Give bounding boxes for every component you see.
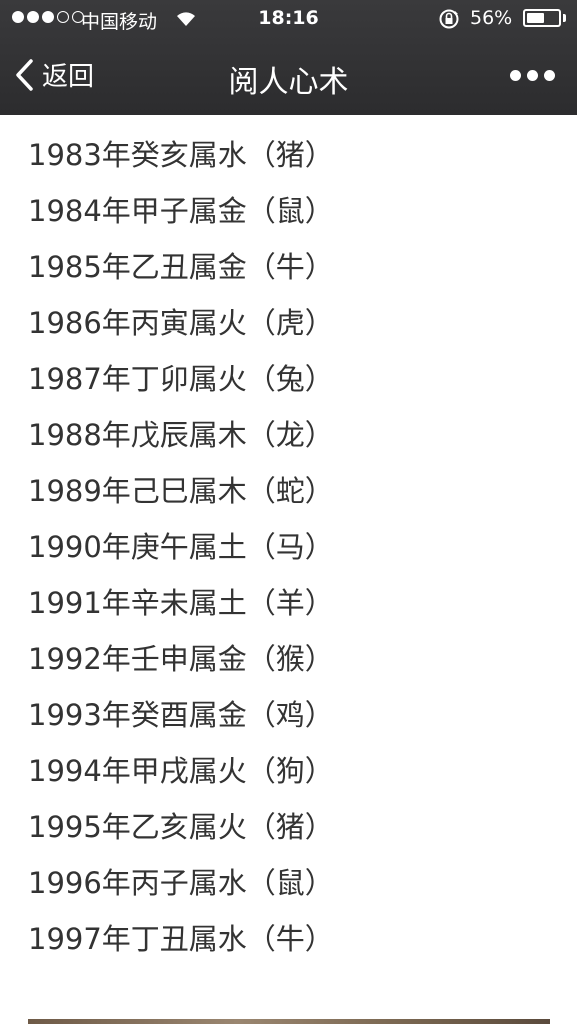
rotation-lock-icon	[439, 9, 459, 29]
zodiac-year-line: 1992年壬申属金（猴）	[28, 642, 334, 676]
more-dot-icon	[544, 69, 555, 81]
more-dot-icon	[527, 69, 538, 81]
zodiac-year-line: 1986年丙寅属火（虎）	[28, 306, 334, 340]
zodiac-year-line: 1985年乙丑属金（牛）	[28, 250, 334, 284]
zodiac-year-line: 1995年乙亥属火（猪）	[28, 810, 334, 844]
article-content: 1983年癸亥属水（猪） 1984年甲子属金（鼠） 1985年乙丑属金（牛） 1…	[28, 127, 558, 967]
zodiac-year-line: 1984年甲子属金（鼠）	[28, 194, 334, 228]
navigation-bar: 返回 阅人心术	[0, 38, 577, 115]
top-bar: 中国移动 18:16 56% 返回 阅人心术	[0, 0, 577, 115]
zodiac-year-line: 1993年癸酉属金（鸡）	[28, 698, 334, 732]
article-image	[28, 1019, 550, 1024]
zodiac-year-line: 1990年庚午属土（马）	[28, 530, 334, 564]
more-dot-icon	[510, 69, 521, 81]
zodiac-year-line: 1987年丁卯属火（兔）	[28, 362, 334, 396]
battery-tip	[563, 14, 566, 22]
zodiac-year-line: 1983年癸亥属水（猪）	[28, 138, 334, 172]
zodiac-year-line: 1989年己巳属木（蛇）	[28, 474, 334, 508]
zodiac-year-line: 1996年丙子属水（鼠）	[28, 866, 334, 900]
battery-percentage: 56%	[470, 7, 513, 29]
zodiac-year-line: 1988年戊辰属木（龙）	[28, 418, 334, 452]
battery-icon	[523, 9, 561, 27]
page-title: 阅人心术	[228, 65, 349, 100]
zodiac-year-line: 1997年丁丑属水（牛）	[28, 922, 334, 956]
zodiac-year-line: 1994年甲戌属火（狗）	[28, 754, 334, 788]
battery-fill	[527, 13, 544, 23]
more-options-button[interactable]	[510, 67, 555, 83]
zodiac-year-line: 1991年辛未属土（羊）	[28, 586, 334, 620]
status-bar: 中国移动 18:16 56%	[0, 0, 577, 38]
